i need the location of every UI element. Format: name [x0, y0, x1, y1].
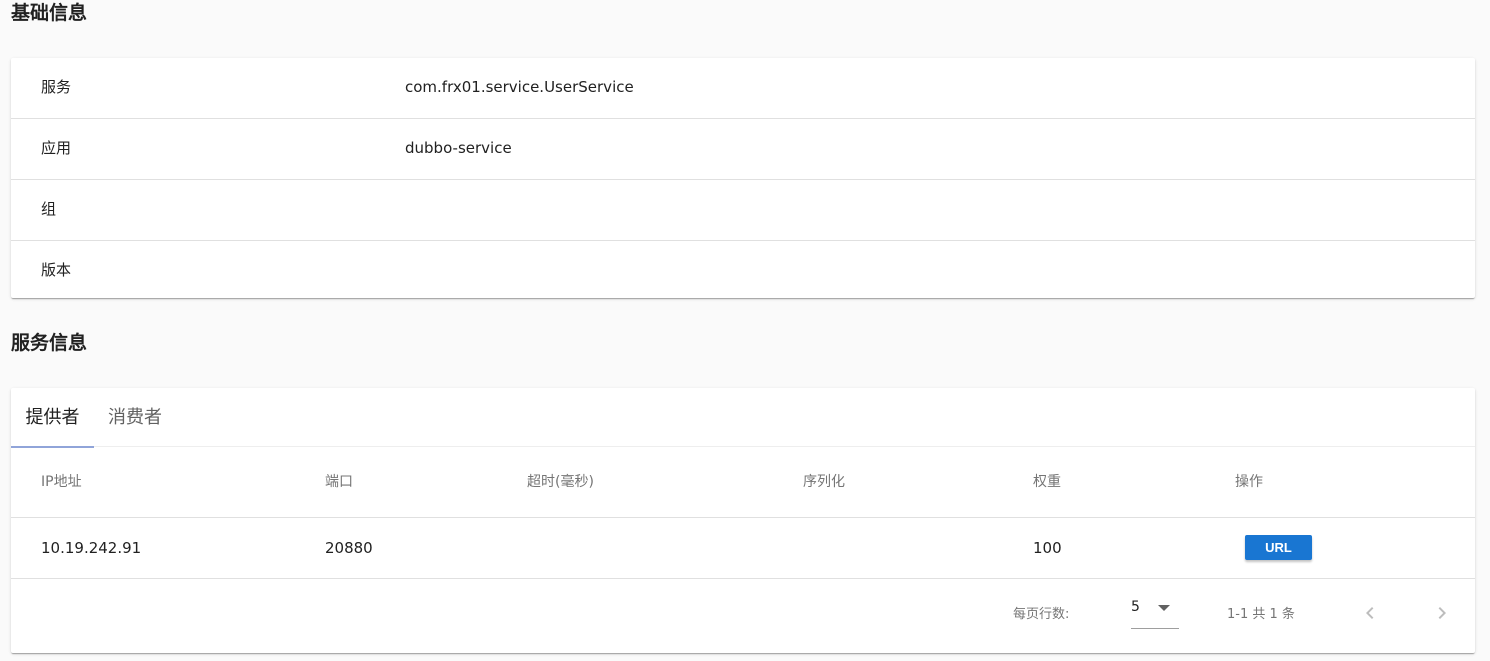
table-row: 10.19.242.91 20880 100 URL	[11, 518, 1475, 579]
column-header-ip: IP地址	[41, 474, 82, 490]
basic-info-title: 基础信息	[11, 2, 88, 24]
rows-per-page-label: 每页行数:	[1013, 607, 1070, 622]
info-key: 应用	[41, 139, 72, 157]
table-pagination: 每页行数: 5 1-1 共 1 条	[11, 579, 1475, 652]
basic-info-card: 服务 com.frx01.service.UserService 应用 dubb…	[11, 58, 1475, 298]
info-key: 服务	[41, 78, 72, 96]
tab-consumers[interactable]: 消费者	[108, 388, 162, 446]
service-info-title: 服务信息	[11, 332, 88, 354]
column-header-port: 端口	[325, 474, 353, 490]
next-page-button[interactable]	[1430, 601, 1454, 625]
column-header-weight: 权重	[1033, 474, 1061, 490]
cell-port: 20880	[325, 539, 373, 557]
url-button[interactable]: URL	[1245, 535, 1312, 560]
service-info-card: 提供者 消费者 IP地址 端口 超时(毫秒) 序列化 权重 操作 10.19.2…	[11, 388, 1475, 653]
chevron-right-icon	[1438, 607, 1446, 619]
table-header-row: IP地址 端口 超时(毫秒) 序列化 权重 操作	[11, 447, 1475, 518]
caret-down-icon	[1158, 605, 1170, 611]
prev-page-button[interactable]	[1358, 601, 1382, 625]
chevron-left-icon	[1366, 607, 1374, 619]
info-key: 组	[41, 200, 57, 218]
page-info: 1-1 共 1 条	[1227, 607, 1295, 622]
tab-bar: 提供者 消费者	[11, 388, 1475, 448]
info-row-version: 版本	[11, 241, 1475, 301]
info-key: 版本	[41, 261, 72, 279]
info-value: com.frx01.service.UserService	[405, 78, 634, 96]
info-row-application: 应用 dubbo-service	[11, 119, 1475, 180]
column-header-action: 操作	[1235, 474, 1263, 490]
info-value: dubbo-service	[405, 139, 512, 157]
rows-per-page-select[interactable]: 5	[1131, 599, 1179, 629]
info-row-group: 组	[11, 180, 1475, 241]
tab-providers[interactable]: 提供者	[11, 388, 94, 448]
cell-weight: 100	[1033, 539, 1062, 557]
column-header-timeout: 超时(毫秒)	[527, 474, 594, 490]
cell-ip: 10.19.242.91	[41, 539, 142, 557]
column-header-serialization: 序列化	[803, 474, 845, 490]
rows-per-page-value: 5	[1131, 599, 1140, 615]
info-row-service: 服务 com.frx01.service.UserService	[11, 58, 1475, 119]
